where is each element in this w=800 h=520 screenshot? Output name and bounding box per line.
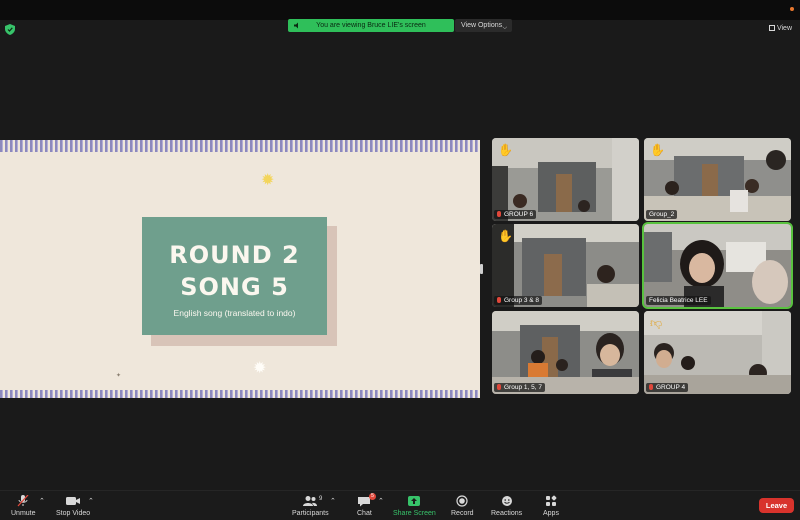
raised-hand-icon: ✋ <box>498 229 513 243</box>
participant-tile[interactable]: ✋ Group_2 <box>644 138 791 221</box>
speaker-icon <box>294 22 298 29</box>
thumbs-down-reaction-icon: 👎︎ <box>650 316 663 330</box>
screen-share-banner: You are viewing Bruce LIE's screen <box>288 19 454 32</box>
share-screen-button[interactable]: Share Screen <box>393 495 436 517</box>
reactions-label: Reactions <box>491 510 523 517</box>
slide-fringe-bottom <box>0 390 480 398</box>
muted-mic-icon <box>497 297 501 303</box>
banner-text: You are viewing Bruce LIE's screen <box>316 22 426 29</box>
meeting-controls-toolbar: Unmute ⌃ Stop Video ⌃ Participants 9 ⌃ C… <box>0 490 800 520</box>
video-feed <box>492 311 639 394</box>
participant-tile-active-speaker[interactable]: Felicia Beatrice LEE <box>642 222 793 309</box>
sparkle-icon: ✦ <box>116 373 122 379</box>
slide-fringe-top <box>0 140 480 152</box>
participant-tile[interactable]: 👎︎ GROUP 4 <box>644 311 791 394</box>
participants-button[interactable]: Participants 9 <box>292 495 329 517</box>
participant-tile[interactable]: ✋ Group 3 & 8 <box>492 224 639 307</box>
raised-hand-icon: ✋ <box>498 143 513 157</box>
unmute-label: Unmute <box>11 510 36 517</box>
video-feed <box>644 224 791 307</box>
slide-title-line1: ROUND 2 <box>169 241 300 269</box>
record-button[interactable]: Record <box>451 495 474 517</box>
video-feed <box>492 138 639 221</box>
participant-name: GROUP 6 <box>504 211 534 218</box>
participant-name: Group 1, 5, 7 <box>504 384 542 391</box>
record-icon <box>456 495 468 507</box>
unmute-button[interactable]: Unmute <box>11 495 36 517</box>
split-resize-handle[interactable] <box>480 264 483 274</box>
slide-title-line2: SONG 5 <box>180 273 289 301</box>
stop-video-label: Stop Video <box>56 510 91 517</box>
participant-name-tag: GROUP 6 <box>494 210 537 219</box>
apps-label: Apps <box>543 510 559 517</box>
view-button-label: View <box>776 25 792 32</box>
slide-subtitle: English song (translated to indo) <box>173 308 296 318</box>
smiley-icon <box>501 496 512 506</box>
participant-tile[interactable]: Group 1, 5, 7 <box>492 311 639 394</box>
share-screen-icon <box>408 496 421 506</box>
zoom-meeting-window: You are viewing Bruce LIE's screen View … <box>0 0 800 520</box>
participant-name: Felicia Beatrice LEE <box>649 297 708 304</box>
participants-options-caret-icon[interactable]: ⌃ <box>330 497 336 505</box>
view-options-dropdown[interactable]: View Options ⌵ <box>455 19 512 32</box>
apps-grid-icon <box>545 495 557 506</box>
video-options-caret-icon[interactable]: ⌃ <box>88 497 94 505</box>
chevron-down-icon: ⌵ <box>502 25 507 31</box>
muted-mic-icon <box>497 384 501 390</box>
participant-name-tag: Group 1, 5, 7 <box>494 383 545 392</box>
slide-title-card: ROUND 2 SONG 5 English song (translated … <box>142 217 327 335</box>
grid-view-icon <box>768 25 775 31</box>
reactions-button[interactable]: Reactions <box>491 495 522 517</box>
leave-button[interactable]: Leave <box>759 498 794 513</box>
record-label: Record <box>451 510 474 517</box>
participant-name-tag: GROUP 4 <box>646 383 689 392</box>
encryption-shield-icon[interactable] <box>5 24 15 35</box>
muted-mic-icon <box>649 384 653 390</box>
stop-video-button[interactable]: Stop Video <box>56 495 90 517</box>
participant-name-tag: Group_2 <box>646 210 678 219</box>
raised-hand-icon: ✋ <box>650 143 665 157</box>
recording-indicator-icon <box>790 7 794 11</box>
video-feed <box>644 311 791 394</box>
video-camera-icon <box>66 497 81 505</box>
muted-microphone-icon <box>17 495 29 507</box>
participant-tile[interactable]: ✋ GROUP 6 <box>492 138 639 221</box>
share-screen-label: Share Screen <box>393 510 436 517</box>
star-icon: ✹ <box>253 360 267 377</box>
participants-icon <box>303 496 318 506</box>
apps-button[interactable]: Apps <box>543 495 559 517</box>
star-icon: ✹ <box>261 172 275 189</box>
chat-options-caret-icon[interactable]: ⌃ <box>378 497 384 505</box>
participants-count: 9 <box>319 496 323 502</box>
chat-label: Chat <box>357 510 372 517</box>
participant-name: Group 3 & 8 <box>504 297 540 304</box>
view-options-label: View Options <box>461 22 503 29</box>
participant-name-tag: Group 3 & 8 <box>494 296 543 305</box>
view-button[interactable]: View <box>768 24 792 34</box>
chat-button[interactable]: Chat 5 <box>357 493 376 517</box>
title-bar <box>0 0 800 20</box>
participant-name: Group_2 <box>649 211 675 218</box>
participant-name: GROUP 4 <box>656 384 686 391</box>
participant-name-tag: Felicia Beatrice LEE <box>646 296 711 305</box>
audio-options-caret-icon[interactable]: ⌃ <box>39 497 45 505</box>
chat-unread-badge: 5 <box>369 493 376 500</box>
muted-mic-icon <box>497 211 501 217</box>
shared-screen: ROUND 2 SONG 5 English song (translated … <box>0 140 480 398</box>
video-feed <box>492 224 639 307</box>
video-feed <box>644 138 791 221</box>
participants-label: Participants <box>292 510 329 517</box>
